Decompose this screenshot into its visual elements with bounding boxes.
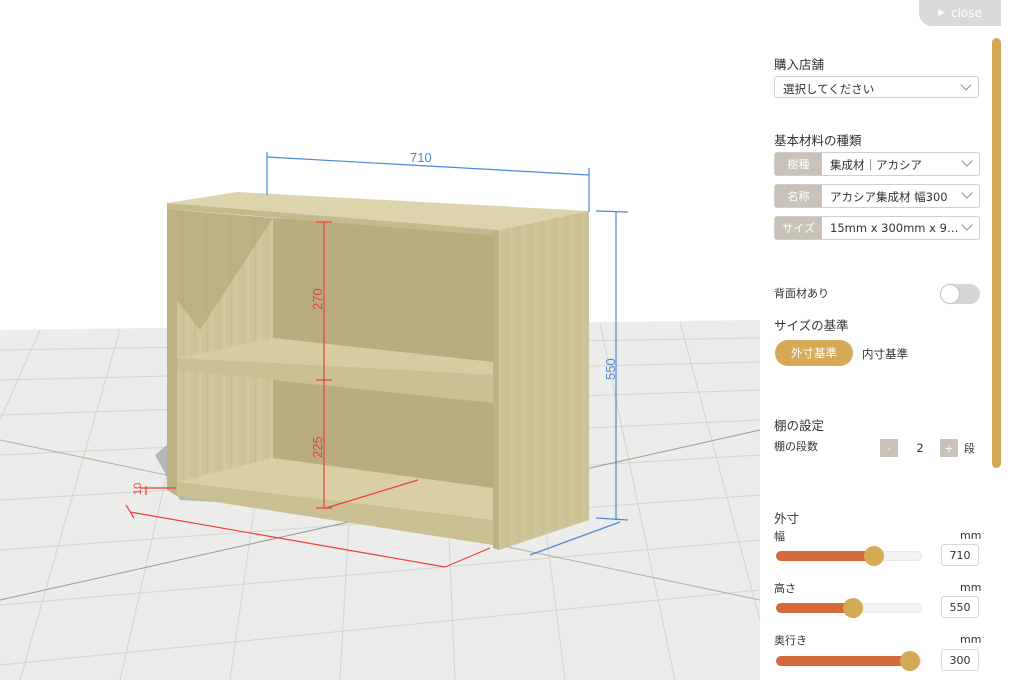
panel-scrollbar[interactable]: [992, 38, 1001, 468]
shelf-plus-button[interactable]: +: [940, 439, 958, 457]
width-slider-fill: [776, 551, 874, 561]
height-slider-thumb[interactable]: [843, 598, 864, 618]
settings-panel: 購入店舗 選択してください 基本材料の種類 樹種 集成材｜アカシア 名称 アカシ…: [762, 30, 990, 680]
name-tag: 名称: [775, 185, 822, 207]
width-label: 幅: [774, 530, 785, 543]
dim-height-label: 550: [603, 358, 618, 380]
name-value: アカシア集成材 幅300: [830, 190, 948, 204]
chevron-down-icon: [961, 219, 973, 231]
dim-top-space-label: 270: [310, 288, 325, 310]
shelf-unit: 段: [964, 442, 975, 455]
species-tag: 樹種: [775, 153, 822, 175]
dim-bottom-space-label: 225: [310, 436, 325, 458]
width-input[interactable]: 710: [941, 544, 979, 566]
shelf-model[interactable]: [167, 192, 589, 550]
height-slider-fill: [776, 603, 854, 613]
shelf-count-value[interactable]: 2: [900, 439, 940, 457]
species-select[interactable]: 樹種 集成材｜アカシア: [774, 152, 980, 176]
width-unit: mm: [960, 529, 982, 542]
material-title: 基本材料の種類: [774, 133, 862, 148]
chevron-down-icon: [961, 187, 973, 199]
shelf-count-label: 棚の段数: [774, 440, 818, 453]
species-value: 集成材｜アカシア: [830, 158, 922, 172]
dim-width-label: 710: [410, 150, 432, 165]
height-unit: mm: [960, 581, 982, 594]
depth-slider-fill: [776, 656, 911, 666]
size-basis-title: サイズの基準: [774, 318, 849, 333]
store-select[interactable]: 選択してください: [774, 76, 979, 98]
close-label: close: [951, 6, 982, 20]
close-button[interactable]: ▶ close: [919, 0, 1001, 26]
back-panel-label: 背面材あり: [774, 287, 829, 300]
back-panel-toggle[interactable]: [940, 284, 980, 304]
height-input[interactable]: 550: [941, 596, 979, 618]
size-tag: サイズ: [775, 217, 822, 239]
chevron-down-icon: [961, 155, 973, 167]
outer-title: 外寸: [774, 511, 800, 526]
chevron-down-icon: [960, 79, 972, 91]
size-select[interactable]: サイズ 15mm x 300mm x 9…: [774, 216, 980, 240]
width-slider-thumb[interactable]: [863, 546, 884, 566]
height-label: 高さ: [774, 582, 796, 595]
play-icon: ▶: [938, 8, 945, 18]
name-select[interactable]: 名称 アカシア集成材 幅300: [774, 184, 980, 208]
width-slider[interactable]: [776, 546, 922, 566]
store-select-value: 選択してください: [783, 82, 875, 96]
depth-unit: mm: [960, 633, 982, 646]
dim-thickness-label: 10: [132, 483, 144, 495]
toggle-knob: [941, 285, 959, 303]
size-value: 15mm x 300mm x 9…: [830, 221, 959, 235]
depth-label: 奥行き: [774, 634, 807, 647]
depth-slider-thumb[interactable]: [900, 651, 921, 671]
shelf-minus-button[interactable]: -: [880, 439, 898, 457]
store-title: 購入店舗: [774, 57, 825, 72]
depth-slider[interactable]: [776, 651, 922, 671]
depth-input[interactable]: 300: [941, 649, 979, 671]
outer-basis-button[interactable]: 外寸基準: [775, 340, 853, 366]
inner-basis-button[interactable]: 内寸基準: [862, 346, 908, 362]
shelf-title: 棚の設定: [774, 418, 825, 433]
height-slider[interactable]: [776, 598, 922, 618]
